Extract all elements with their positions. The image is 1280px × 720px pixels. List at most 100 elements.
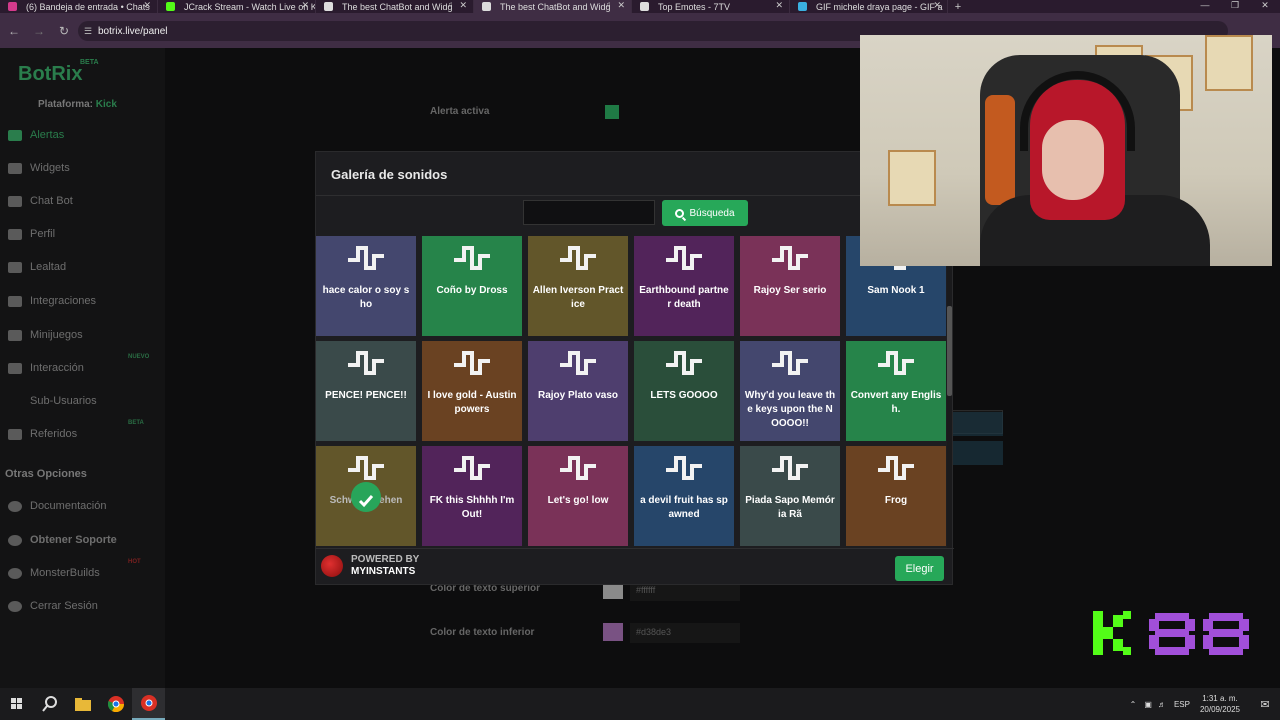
sound-wave-icon	[878, 351, 914, 375]
text-bottom-color-label: Color de texto inferior	[430, 627, 535, 638]
close-tab-icon[interactable]: ✕	[775, 0, 783, 11]
sidebar-item-referidos[interactable]: Referidos BETA	[8, 420, 144, 442]
sound-tile[interactable]: FK this Shhhh I'm Out!	[422, 446, 522, 546]
browser-tab[interactable]: The best ChatBot and Widg ♫ ✕	[316, 0, 474, 13]
chrome-icon[interactable]	[99, 688, 132, 720]
sidebar-item-cerrar-sesi-n[interactable]: Cerrar Sesión	[8, 598, 98, 614]
sound-tile[interactable]: Coño by Dross	[422, 236, 522, 336]
sidebar-item-label: Perfil	[30, 228, 56, 240]
reload-icon[interactable]: ↻	[53, 24, 75, 38]
sidebar-item-label: MonsterBuilds	[30, 567, 100, 579]
language-indicator[interactable]: ESP	[1174, 700, 1190, 709]
chrome-active-window-icon[interactable]	[132, 688, 165, 720]
new-tab-icon[interactable]: +	[948, 1, 968, 13]
sidebar-item-tag: HOT	[128, 559, 141, 565]
windows-start-icon[interactable]	[0, 688, 33, 720]
sidebar-item-monsterbuilds[interactable]: MonsterBuilds HOT	[8, 559, 141, 581]
site-info-icon[interactable]: ☰	[84, 26, 92, 37]
text-bottom-color-swatch[interactable]	[603, 623, 623, 641]
close-tab-icon[interactable]: ✕	[459, 0, 467, 11]
sound-tile[interactable]: Allen Iverson Practice	[528, 236, 628, 336]
search-icon[interactable]	[33, 688, 66, 720]
close-tab-icon[interactable]: ✕	[301, 0, 309, 11]
sound-tile[interactable]: Frog	[846, 446, 946, 546]
text-bottom-color-input[interactable]: #d38de3	[630, 623, 740, 643]
chevron-up-icon[interactable]: ⌃	[1130, 700, 1137, 709]
browser-tab[interactable]: The best ChatBot and Widg ♫ ✕	[474, 0, 632, 13]
speaker-icon[interactable]: ♫	[447, 0, 453, 9]
network-icon[interactable]: ▣	[1144, 700, 1152, 709]
sidebar-item-sub-usuarios[interactable]: Sub-Usuarios	[8, 393, 97, 409]
other-options-title: Otras Opciones	[5, 468, 87, 480]
alert-active-checkbox[interactable]	[605, 105, 619, 119]
sidebar-item-interacci-n[interactable]: Interacción NUEVO	[8, 354, 149, 376]
close-tab-icon[interactable]: ✕	[143, 0, 151, 11]
sound-tile[interactable]: PENCE! PENCE!!	[316, 341, 416, 441]
volume-icon[interactable]: ♬	[1158, 700, 1166, 709]
sound-wave-icon	[878, 456, 914, 480]
sound-tile-label: Convert any English.	[850, 390, 942, 415]
back-arrow-icon[interactable]: ←	[3, 24, 25, 38]
notifications-icon[interactable]: ✉	[1250, 698, 1280, 711]
sound-wave-icon	[348, 351, 384, 375]
modal-footer-divider	[316, 548, 954, 549]
sidebar-item-obtener-soporte[interactable]: Obtener Soporte	[8, 532, 117, 548]
restore-icon[interactable]: ❐	[1220, 0, 1250, 13]
scrollbar-thumb[interactable]	[947, 306, 952, 396]
webcam-overlay	[860, 35, 1272, 266]
speaker-icon[interactable]: ♫	[605, 0, 611, 9]
sound-tile[interactable]: LETS GOOOO	[634, 341, 734, 441]
close-window-icon[interactable]: ✕	[1250, 0, 1280, 13]
sidebar-item-perfil[interactable]: Perfil	[8, 226, 55, 242]
sidebar-item-chat-bot[interactable]: Chat Bot	[8, 193, 73, 209]
sound-tile[interactable]: Let's go! low	[528, 446, 628, 546]
tab-favicon-icon	[8, 2, 17, 11]
browser-tab[interactable]: (6) Bandeja de entrada • Chats ✕	[0, 0, 158, 13]
clock[interactable]: 1:31 a. m. 20/09/2025	[1200, 693, 1240, 715]
sidebar-item-widgets[interactable]: Widgets	[8, 160, 70, 176]
sound-tile[interactable]: hace calor o soy sho	[316, 236, 416, 336]
tab-favicon-icon	[166, 2, 175, 11]
sound-tile-label: a devil fruit has spawned	[640, 495, 728, 520]
wanted-poster-image	[1205, 35, 1253, 91]
search-button[interactable]: Búsqueda	[662, 200, 748, 226]
background-action-button-2[interactable]	[948, 441, 1003, 465]
sidebar-item-label: Minijuegos	[30, 329, 83, 341]
sidebar-item-tag: NUEVO	[128, 354, 150, 360]
file-explorer-icon[interactable]	[66, 688, 99, 720]
sound-tile[interactable]: Rajoy Ser serio	[740, 236, 840, 336]
sound-tile[interactable]: Earthbound partner death	[634, 236, 734, 336]
sound-tile-label: I love gold - Austin powers	[427, 390, 517, 415]
close-tab-icon[interactable]: ✕	[617, 0, 625, 11]
sidebar-item-integraciones[interactable]: Integraciones	[8, 293, 96, 309]
sidebar-item-minijuegos[interactable]: Minijuegos	[8, 327, 83, 343]
sidebar-item-lealtad[interactable]: Lealtad	[8, 259, 66, 275]
tab-title: Top Emotes - 7TV	[658, 1, 731, 12]
forward-arrow-icon[interactable]: →	[28, 24, 50, 38]
sound-grid-scrollbar[interactable]	[947, 236, 952, 548]
sidebar-item-documentaci-n[interactable]: Documentación	[8, 498, 106, 514]
sound-tile[interactable]: Rajoy Plato vaso	[528, 341, 628, 441]
sidebar-item-alertas[interactable]: Alertas	[8, 127, 64, 143]
sound-tile[interactable]: Schwert ziehen	[316, 446, 416, 546]
sound-wave-icon	[454, 351, 490, 375]
sound-wave-icon	[560, 246, 596, 270]
browser-tab[interactable]: JCrack Stream - Watch Live on K ✕	[158, 0, 316, 13]
sound-tile[interactable]: a devil fruit has spawned	[634, 446, 734, 546]
wanted-poster-image	[888, 150, 936, 206]
sound-tile[interactable]: Why'd you leave the keys upon the NOOOO!…	[740, 341, 840, 441]
close-tab-icon[interactable]: ✕	[933, 0, 941, 11]
botrix-logo[interactable]: BotRix	[18, 63, 82, 86]
sound-tile[interactable]: Piada Sapo Memória Rã	[740, 446, 840, 546]
music-icon	[8, 362, 22, 374]
browser-tab[interactable]: GIF michele draya page - GIF a ✕	[790, 0, 948, 13]
background-action-button-1[interactable]	[948, 412, 1003, 436]
minimize-icon[interactable]: —	[1190, 0, 1220, 13]
sound-tile[interactable]: Convert any English.	[846, 341, 946, 441]
choose-button[interactable]: Elegir	[895, 556, 944, 581]
alert-icon	[8, 129, 22, 141]
sound-search-input[interactable]	[523, 200, 655, 225]
sound-tile[interactable]: I love gold - Austin powers	[422, 341, 522, 441]
browser-tab[interactable]: Top Emotes - 7TV ✕	[632, 0, 790, 13]
powered-by-myinstants[interactable]: POWERED BY MYINSTANTS	[321, 554, 419, 578]
